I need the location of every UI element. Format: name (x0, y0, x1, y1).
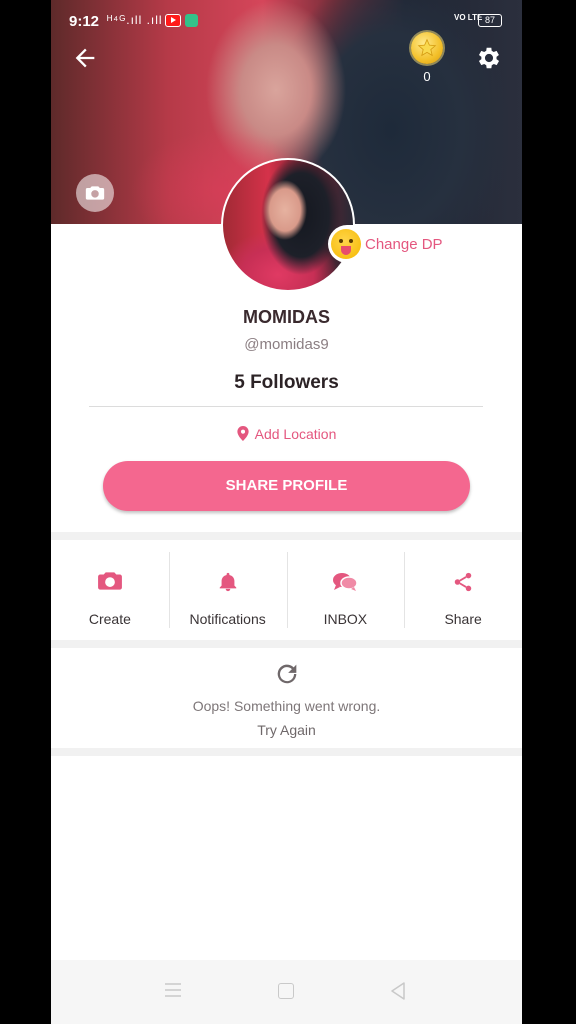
error-message: Oops! Something went wrong. (192, 698, 381, 714)
coin-count: 0 (423, 69, 431, 84)
avatar[interactable] (221, 158, 355, 292)
action-inbox-label: INBOX (323, 611, 368, 627)
profile-handle: @momidas9 (244, 336, 329, 353)
action-share[interactable]: Share (404, 540, 522, 640)
action-create[interactable]: Create (51, 540, 169, 640)
section-separator (51, 532, 522, 540)
profile-screen: 9:12 ᴴ⁴ᴳ.ıll .ıll VO LTE 87 0 Change DP … (51, 0, 522, 1024)
change-dp-label: Change DP (365, 235, 443, 253)
action-inbox[interactable]: INBOX (286, 540, 405, 640)
change-dp-button[interactable]: Change DP (328, 225, 455, 263)
signal-icon: ᴴ⁴ᴳ.ıll .ıll (107, 13, 163, 27)
section-separator (51, 748, 522, 756)
add-location-label: Add Location (254, 426, 337, 442)
action-notifications[interactable]: Notifications (168, 540, 287, 640)
location-pin-icon (237, 426, 249, 441)
profile-name: MOMIDAS (243, 307, 330, 327)
bell-icon (217, 570, 239, 599)
chat-icon (332, 570, 359, 599)
status-bar: 9:12 ᴴ⁴ᴳ.ıll .ıll VO LTE 87 (51, 0, 522, 42)
nav-back-icon[interactable] (390, 982, 406, 1005)
action-create-label: Create (88, 611, 131, 627)
back-arrow-icon[interactable] (71, 44, 99, 72)
status-time: 9:12 (69, 13, 100, 30)
divider (89, 406, 483, 407)
battery-icon: 87 (478, 14, 502, 27)
menu-icon[interactable] (165, 983, 181, 1002)
home-icon[interactable] (278, 983, 294, 999)
action-notifications-label: Notifications (189, 611, 266, 627)
action-bar: Create Notifications INBOX Share (51, 540, 522, 640)
coin-icon[interactable] (411, 32, 443, 64)
reload-icon[interactable] (273, 660, 301, 693)
add-location-link[interactable]: Add Location (51, 426, 522, 442)
change-cover-camera-icon[interactable] (76, 174, 114, 212)
section-separator (51, 640, 522, 648)
app-notification-icon (185, 14, 198, 27)
share-profile-button[interactable]: SHARE PROFILE (103, 461, 470, 511)
gear-icon[interactable] (475, 44, 503, 72)
youtube-notification-icon (165, 14, 181, 27)
camera-icon (97, 570, 123, 597)
action-share-label: Share (444, 611, 482, 627)
share-icon (452, 570, 474, 599)
followers-count[interactable]: 5 Followers (51, 372, 522, 394)
try-again-button[interactable]: Try Again (51, 722, 522, 738)
tongue-emoji-icon (331, 229, 361, 259)
